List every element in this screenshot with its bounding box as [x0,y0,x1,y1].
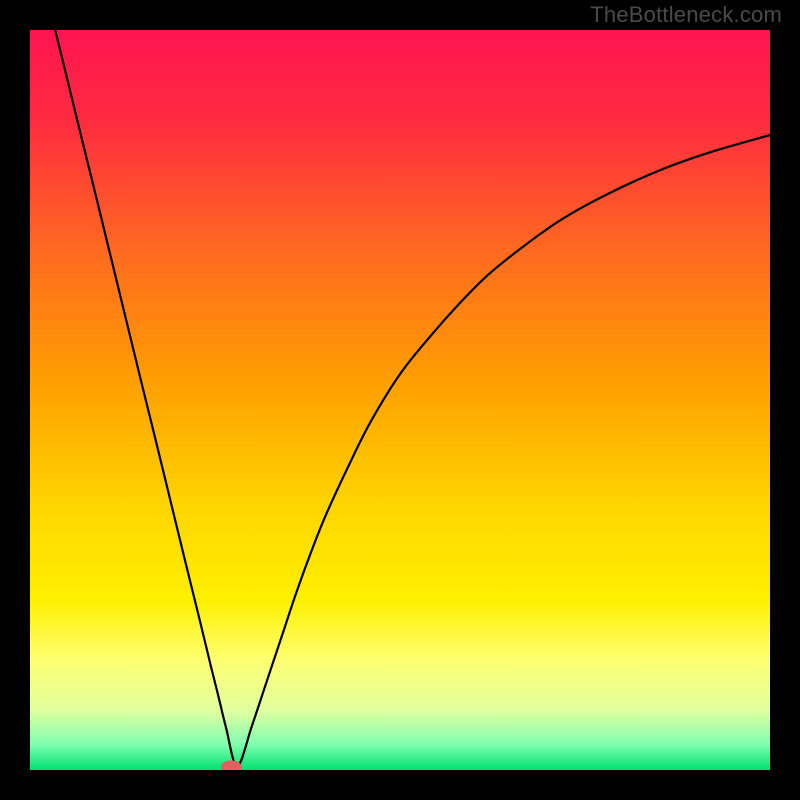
chart-container: TheBottleneck.com [0,0,800,800]
plot-svg [30,30,770,770]
watermark-text: TheBottleneck.com [590,2,782,28]
plot-area [30,30,770,770]
gradient-background [30,30,770,770]
